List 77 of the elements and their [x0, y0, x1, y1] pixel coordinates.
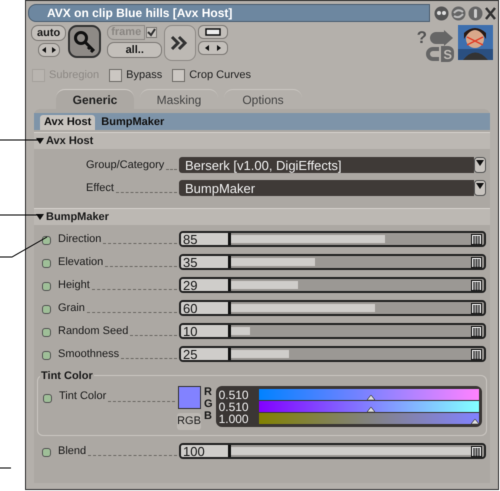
window-title: AVX on clip Blue hills [Avx Host] — [28, 4, 430, 22]
leader-line — [0, 467, 11, 469]
channel-label: G — [204, 398, 213, 410]
export-arrow-icon[interactable] — [428, 30, 454, 46]
calculator-icon[interactable] — [471, 446, 482, 456]
parameter-label: Random Seed — [58, 324, 128, 339]
color-gradient-slider[interactable] — [258, 413, 479, 424]
parameter-label: Smoothness — [58, 346, 120, 362]
tab[interactable]: Masking — [140, 89, 218, 109]
close-icon[interactable] — [485, 6, 496, 20]
all-button[interactable]: all.. — [107, 42, 162, 58]
mask-icon[interactable] — [434, 6, 449, 20]
parameter-label: Effect — [86, 180, 114, 196]
channel-value[interactable]: 1.000 — [218, 412, 259, 424]
swirl-icon[interactable] — [451, 6, 466, 20]
parameter-label: Grain — [58, 300, 85, 316]
slider-value[interactable]: 10 — [181, 325, 231, 337]
slider-field[interactable]: 85 — [179, 231, 486, 247]
slider-value[interactable]: 25 — [181, 348, 231, 360]
checkbox[interactable] — [109, 68, 122, 82]
tab[interactable]: Generic — [56, 89, 134, 109]
frame-rect-icon[interactable] — [198, 25, 228, 39]
channel-value[interactable]: 0.510 — [218, 400, 259, 412]
slider-value[interactable]: 85 — [181, 233, 231, 245]
stepper-arrows-icon[interactable] — [38, 43, 60, 57]
parameter-label: Direction — [58, 232, 102, 247]
calculator-icon[interactable] — [471, 280, 482, 290]
channel-value[interactable]: 0.510 — [218, 388, 259, 400]
tab[interactable]: Options — [224, 89, 302, 109]
slider-field[interactable]: 29 — [179, 277, 486, 293]
dropdown-field[interactable]: BumpMaker — [179, 180, 474, 196]
key-button[interactable] — [68, 25, 102, 58]
leader-line — [0, 139, 40, 141]
slider-value[interactable]: 100 — [181, 445, 231, 457]
color-swatch[interactable] — [178, 386, 200, 409]
section-title[interactable]: BumpMaker — [46, 208, 109, 226]
calculator-icon[interactable] — [471, 234, 482, 244]
slider-field[interactable]: 100 — [179, 443, 486, 459]
slider-field[interactable]: 60 — [179, 300, 486, 316]
checkbox-label[interactable]: Bypass — [126, 66, 162, 84]
checkbox-label[interactable]: Crop Curves — [189, 66, 251, 84]
checkbox[interactable] — [172, 68, 186, 82]
keyframe-led-icon[interactable] — [42, 236, 51, 246]
slider-value[interactable]: 29 — [181, 279, 231, 291]
color-gradient-slider[interactable] — [258, 389, 479, 400]
frame-checkbox[interactable] — [146, 27, 158, 38]
subtab[interactable]: BumpMaker — [97, 115, 168, 130]
channel-label: B — [204, 410, 213, 422]
parameter-label: Group/Category — [86, 158, 164, 173]
subtab[interactable]: Avx Host — [40, 115, 96, 130]
dropdown-field[interactable]: Berserk [v1.00, DigiEffects] — [179, 157, 474, 173]
parameter-label: Elevation — [58, 254, 104, 270]
leader-line — [0, 236, 48, 258]
parameter-label: Height — [58, 278, 90, 293]
caret-down-icon[interactable] — [36, 213, 44, 221]
channel-label: R — [204, 386, 213, 398]
mode-button[interactable]: RGB — [177, 413, 201, 430]
color-gradient-slider[interactable] — [258, 401, 479, 412]
leader-line — [0, 214, 40, 216]
forward-button[interactable] — [164, 25, 196, 61]
slider-field[interactable]: 10 — [179, 323, 486, 339]
slider-field[interactable]: 25 — [179, 346, 486, 362]
calculator-icon[interactable] — [471, 302, 482, 314]
stepper-arrows-icon[interactable] — [198, 41, 228, 55]
slider-value[interactable]: 35 — [181, 256, 231, 268]
slider-value[interactable]: 60 — [181, 302, 231, 314]
key-icon — [72, 30, 97, 54]
caret-down-icon[interactable] — [36, 137, 44, 145]
slider-marker-icon[interactable] — [471, 419, 479, 424]
calculator-icon[interactable] — [471, 256, 482, 268]
calculator-icon[interactable] — [471, 348, 482, 360]
auto-button[interactable]: auto — [31, 25, 66, 41]
slider-field[interactable]: 35 — [179, 254, 486, 270]
parameter-label: Blend — [58, 444, 86, 459]
parameter-label: Tint Color — [59, 389, 106, 404]
calculator-icon[interactable] — [471, 326, 482, 336]
section-title[interactable]: Avx Host — [46, 132, 94, 150]
